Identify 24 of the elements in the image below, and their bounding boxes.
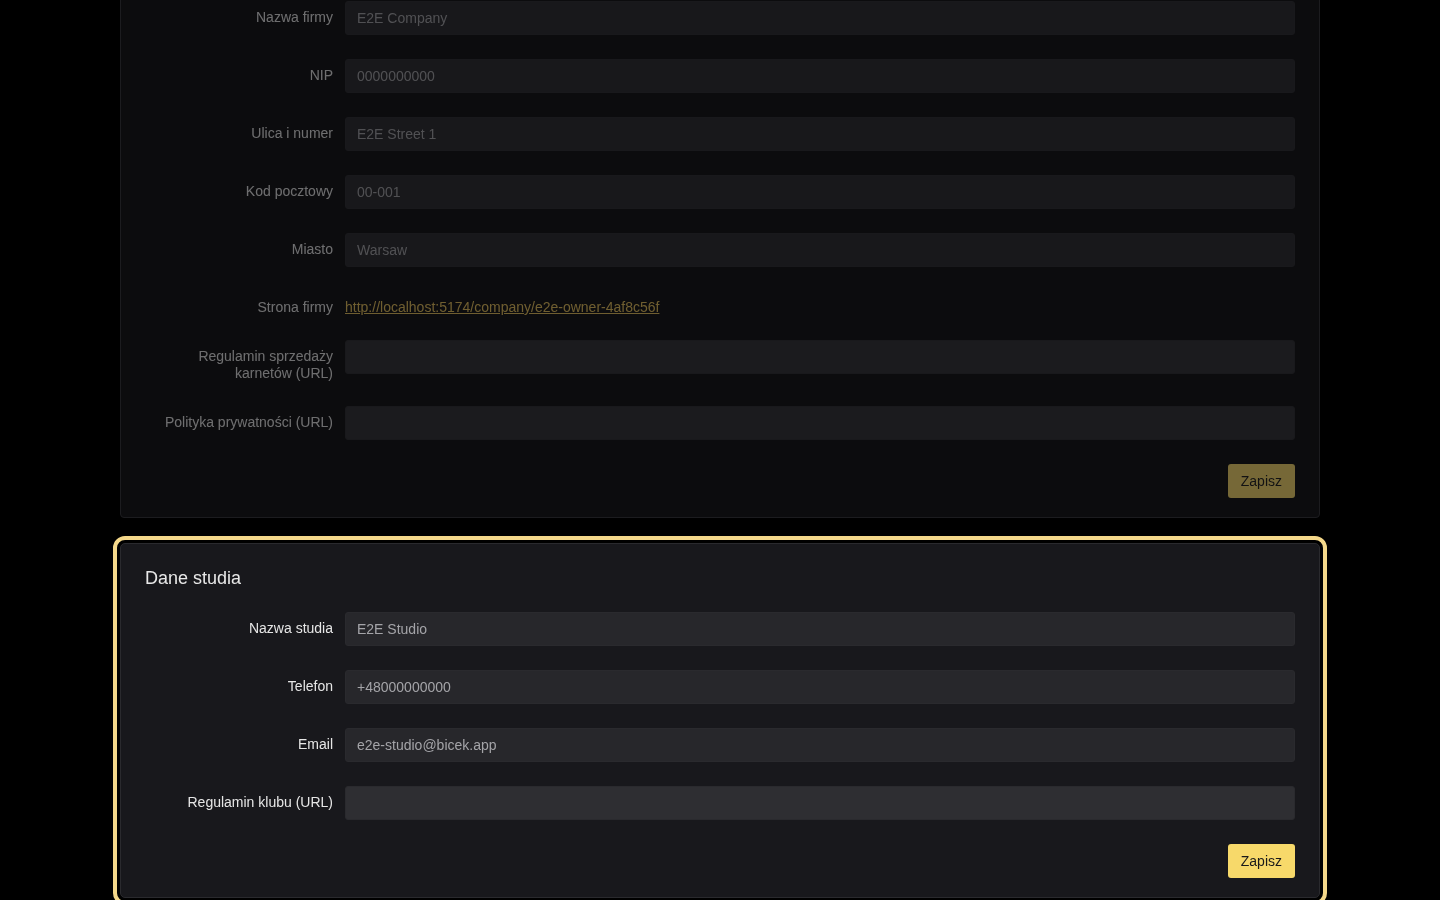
input-field[interactable]: Warsaw (345, 233, 1295, 267)
field-label: Nazwa firmy (255, 8, 333, 26)
input-field[interactable]: E2E Street 1 (345, 117, 1295, 151)
website-link[interactable]: http://localhost:5174/company/e2e-owner-4af8c56f (345, 291, 660, 316)
field-label: Polityka prywatności (URL) (163, 413, 333, 431)
field-label: Miasto (290, 240, 333, 258)
input-field[interactable]: 0000000000 (345, 59, 1295, 93)
input-field[interactable]: +48000000000 (345, 670, 1295, 704)
input-field[interactable]: E2E Studio (345, 612, 1295, 646)
field-label: Ulica i numer (250, 124, 333, 142)
save-button[interactable]: Zapisz (1227, 844, 1295, 878)
section-title: Dane studia (145, 568, 243, 588)
field-label: NIP (308, 66, 333, 84)
input-field[interactable]: e2e-studio@bicek.app (345, 728, 1295, 762)
field-label: Strona firmy (256, 298, 333, 316)
input-field[interactable]: E2E Company (345, 1, 1295, 35)
field-label: Email (297, 735, 333, 753)
field-label: Kod pocztowy (244, 182, 333, 200)
field-label: Telefon (286, 677, 333, 695)
save-button[interactable]: Zapisz (1227, 464, 1295, 498)
input-field[interactable]: 00-001 (345, 175, 1295, 209)
field-label: Nazwa studia (247, 619, 333, 637)
field-label: Regulamin sprzedaży karnetów (URL) (197, 347, 333, 382)
field-label: Regulamin klubu (URL) (186, 793, 333, 811)
